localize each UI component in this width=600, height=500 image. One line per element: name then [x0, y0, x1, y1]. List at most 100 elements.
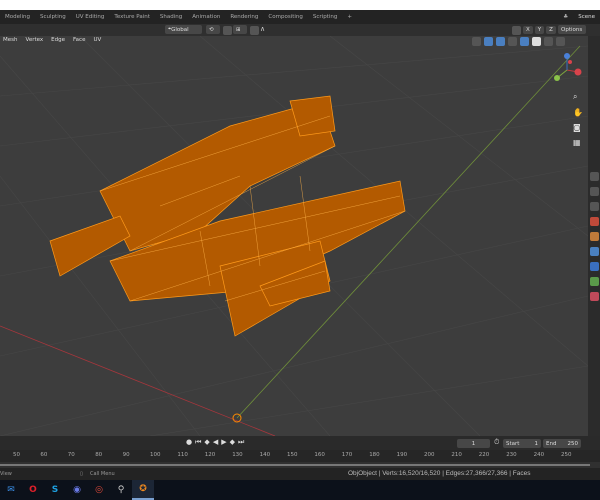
play-reverse-button[interactable]: ◀ — [213, 438, 218, 447]
next-keyframe-button[interactable]: ◆ — [230, 438, 235, 447]
scene-statistics: ObjObject | Verts:16,520/16,520 | Edges:… — [348, 470, 531, 477]
physics-tab-icon[interactable] — [589, 262, 599, 271]
tool-tab-icon[interactable] — [589, 172, 599, 181]
blender-icon[interactable]: ✪ — [132, 480, 154, 500]
mirror-icon[interactable] — [512, 26, 521, 35]
mouse-icon: ▯ — [80, 471, 83, 477]
workspace-tabs: Modeling Sculpting UV Editing Texture Pa… — [0, 10, 600, 24]
scene-icon[interactable]: ♣ — [558, 14, 573, 20]
rendered-shading[interactable] — [556, 37, 565, 46]
frame-tick-label: 100 — [150, 452, 161, 458]
orientation-dropdown[interactable]: ⌖ Global — [165, 25, 202, 34]
render-tab-icon[interactable] — [589, 187, 599, 196]
frame-tick-label: 130 — [232, 452, 243, 458]
data-tab-icon[interactable] — [589, 277, 599, 286]
selected-mesh — [49, 95, 406, 337]
tab-rendering[interactable]: Rendering — [225, 14, 263, 20]
add-workspace-button[interactable]: + — [342, 14, 357, 20]
snap-dropdown[interactable]: ⊞ — [233, 25, 247, 34]
mirror-y[interactable]: Y — [534, 26, 545, 34]
opera-icon[interactable]: O — [22, 480, 44, 500]
viewport-canvas — [0, 36, 588, 436]
mail-icon[interactable]: ✉ — [0, 480, 22, 500]
camera-icon[interactable]: ◙ — [573, 123, 583, 132]
tab-sculpting[interactable]: Sculpting — [35, 14, 71, 20]
menu-vertex[interactable]: Vertex — [22, 37, 46, 47]
mirror-x[interactable]: X — [523, 26, 533, 34]
taskbar: ✉ O S ◉ ◎ ⚲ ✪ — [0, 480, 600, 500]
menu-edge[interactable]: Edge — [48, 37, 68, 47]
status-bar: View ▯ Call Menu ObjObject | Verts:16,52… — [0, 468, 600, 480]
scene-selector[interactable]: Scene — [573, 14, 600, 20]
solid-shading[interactable] — [532, 37, 541, 46]
app-icon[interactable]: ◎ — [88, 480, 110, 500]
perspective-grid-icon[interactable]: ▦ — [573, 138, 583, 147]
frame-tick-label: 250 — [561, 452, 572, 458]
snap-toggle[interactable] — [223, 26, 232, 35]
timeline-ruler[interactable]: 50 60 70 80 90 100 110 120 130 140 150 160 170 180 190… — [0, 450, 600, 462]
jump-end-button[interactable]: ⏭ — [238, 438, 244, 447]
prev-keyframe-button[interactable]: ◆ — [204, 438, 209, 447]
menu-uv[interactable]: UV — [90, 37, 104, 47]
pivot-dropdown[interactable]: ⟲ — [206, 25, 220, 34]
navigation-gizmo — [554, 53, 582, 81]
frame-tick-label: 90 — [122, 452, 130, 458]
current-frame-field[interactable]: 1 — [457, 439, 490, 448]
frame-tick-label: 190 — [396, 452, 408, 458]
tab-shading[interactable]: Shading — [155, 14, 187, 20]
output-tab-icon[interactable] — [589, 202, 599, 211]
frame-tick-label: 220 — [478, 452, 490, 458]
end-frame-field[interactable]: End 250 — [543, 439, 581, 448]
tab-scripting[interactable]: Scripting — [308, 14, 342, 20]
tab-texture-paint[interactable]: Texture Paint — [109, 14, 155, 20]
record-button[interactable]: ● — [186, 438, 192, 447]
skype-icon[interactable]: S — [44, 480, 66, 500]
tool-app-icon[interactable]: ⚲ — [110, 480, 132, 500]
modifier-tab-icon[interactable] — [589, 247, 599, 256]
visibility-icon[interactable] — [472, 37, 481, 46]
material-shading[interactable] — [544, 37, 553, 46]
frame-tick-label: 110 — [177, 452, 188, 458]
gizmo-toggle[interactable] — [484, 37, 493, 46]
zoom-icon[interactable]: ⌕ — [573, 92, 583, 102]
stopwatch-icon[interactable]: ⏱ — [494, 438, 499, 447]
falloff-icon[interactable]: ∧ — [260, 25, 265, 33]
overlay-toggle[interactable] — [496, 37, 505, 46]
frame-tick-label: 210 — [451, 452, 462, 458]
start-frame-field[interactable]: Start 1 — [503, 439, 541, 448]
edit-mode-menu: Mesh Vertex Edge Face UV — [0, 37, 104, 47]
frame-tick-label: 120 — [204, 452, 216, 458]
frame-tick-label: 80 — [95, 452, 103, 458]
tab-modeling[interactable]: Modeling — [0, 14, 35, 20]
frame-tick-label: 230 — [506, 452, 517, 458]
frame-tick-label: 60 — [40, 452, 48, 458]
playback-controls: ● ⏮ ◆ ◀ ▶ ◆ ⏭ — [186, 438, 244, 447]
discord-icon[interactable]: ◉ — [66, 480, 88, 500]
menu-mesh[interactable]: Mesh — [0, 37, 20, 47]
frame-tick-label: 50 — [13, 452, 20, 458]
viewport-header: ⌖ Global ⟲ ⊞ ∧ X Y Z Options — [0, 24, 600, 36]
play-button[interactable]: ▶ — [221, 438, 226, 447]
3d-viewport[interactable]: Mesh Vertex Edge Face UV ⌕ ✋ ◙ ▦ — [0, 36, 588, 436]
object-tab-icon[interactable] — [589, 232, 599, 241]
jump-start-button[interactable]: ⏮ — [195, 438, 201, 447]
tab-uv-editing[interactable]: UV Editing — [71, 14, 110, 20]
tab-compositing[interactable]: Compositing — [263, 14, 307, 20]
mirror-z[interactable]: Z — [546, 26, 556, 34]
frame-tick-label: 200 — [424, 452, 435, 458]
scene-tab-icon[interactable] — [589, 217, 599, 226]
frame-tick-label: 240 — [533, 452, 545, 458]
material-tab-icon[interactable] — [589, 292, 599, 301]
options-dropdown[interactable]: Options — [558, 25, 586, 34]
wireframe-shading[interactable] — [520, 37, 529, 46]
frame-tick-label: 160 — [314, 452, 325, 458]
pan-hand-icon[interactable]: ✋ — [573, 108, 583, 117]
xray-toggle[interactable] — [508, 37, 517, 46]
proportional-edit-toggle[interactable] — [250, 26, 259, 35]
menu-face[interactable]: Face — [70, 37, 88, 47]
viewport-nav-buttons: ⌕ ✋ ◙ ▦ — [573, 92, 583, 147]
tab-animation[interactable]: Animation — [187, 14, 225, 20]
timeline-header: ● ⏮ ◆ ◀ ▶ ◆ ⏭ 1 ⏱ Start 1 End 250 — [0, 436, 600, 450]
status-view: View — [0, 471, 12, 477]
frame-tick-label: 140 — [259, 452, 271, 458]
